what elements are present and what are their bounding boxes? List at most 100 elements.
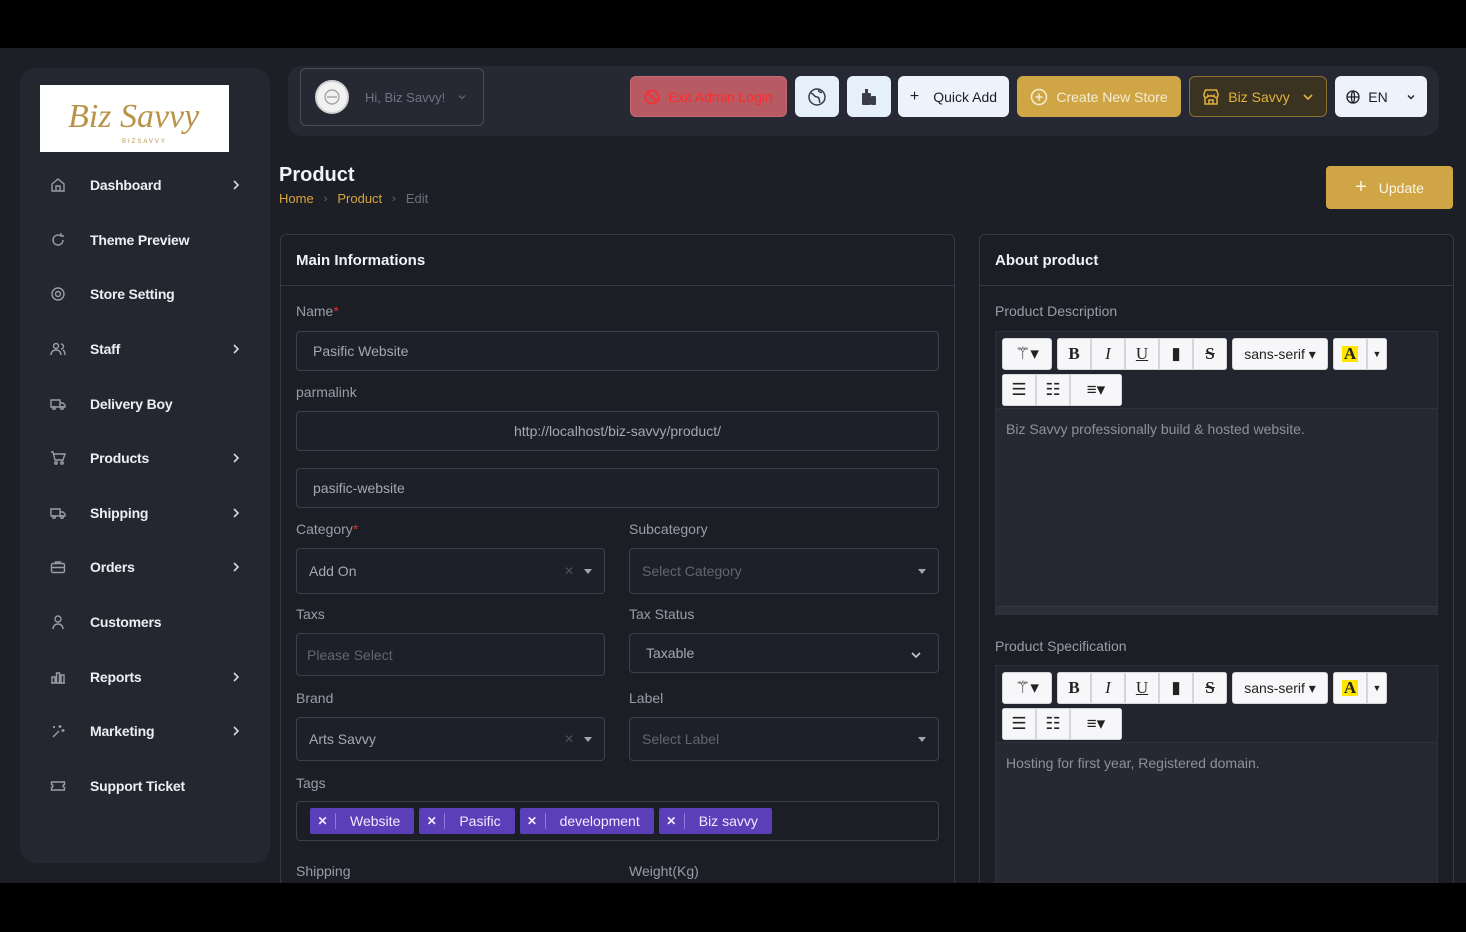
- caret-down-icon: [918, 737, 926, 742]
- sidebar-item-orders[interactable]: Orders: [20, 540, 270, 595]
- eraser-icon[interactable]: ▮: [1159, 672, 1193, 704]
- resize-handle[interactable]: [996, 606, 1437, 614]
- magic-wand-icon[interactable]: ⚚▾: [1002, 338, 1052, 370]
- tags-input[interactable]: ✕ Website ✕ Pasific ✕ development ✕ Biz savv…: [296, 801, 939, 841]
- sidebar-item-label: Delivery Boy: [90, 395, 173, 412]
- bold-button[interactable]: B: [1057, 672, 1091, 704]
- breadcrumb: Home › Product › Edit: [279, 191, 428, 206]
- user-menu[interactable]: Hi, Biz Savvy!: [300, 68, 484, 126]
- product-description-label: Product Description: [995, 303, 1118, 319]
- italic-button[interactable]: I: [1091, 672, 1125, 704]
- sidebar-item-delivery-boy[interactable]: Delivery Boy: [20, 376, 270, 431]
- weight-label: Weight(Kg): [629, 863, 699, 879]
- taxs-select[interactable]: Please Select: [296, 633, 605, 676]
- font-family-value: sans-serif: [1244, 680, 1305, 696]
- plus-circle-icon: [1031, 88, 1048, 105]
- remove-tag-icon[interactable]: ✕: [310, 813, 336, 829]
- text-color-button[interactable]: A: [1333, 672, 1367, 704]
- sidebar-item-label: Theme Preview: [90, 231, 190, 248]
- underline-button[interactable]: U: [1125, 672, 1159, 704]
- remove-tag-icon[interactable]: ✕: [419, 813, 446, 829]
- create-new-store-button[interactable]: Create New Store: [1017, 76, 1181, 117]
- eraser-icon[interactable]: ▮: [1159, 338, 1193, 370]
- permalink-label: parmalink: [296, 384, 357, 400]
- sidebar-item-marketing[interactable]: Marketing: [20, 704, 270, 759]
- numbered-list-icon[interactable]: ☷: [1036, 374, 1070, 406]
- clear-icon[interactable]: ✕: [564, 732, 574, 746]
- shipping-label: Shipping: [296, 863, 351, 879]
- chart-icon: [48, 667, 68, 687]
- category-select[interactable]: Add On ✕: [296, 548, 605, 594]
- bold-button[interactable]: B: [1057, 338, 1091, 370]
- editor-content[interactable]: Biz Savvy professionally build & hosted …: [996, 408, 1437, 606]
- brand-logo[interactable]: Biz Savvy BIZSAVVY: [40, 85, 229, 152]
- align-icon[interactable]: ≡▾: [1070, 374, 1122, 406]
- chevron-down-icon: [911, 652, 921, 659]
- magic-wand-icon[interactable]: ⚚▾: [1002, 672, 1052, 704]
- text-color-button[interactable]: A: [1333, 338, 1367, 370]
- truck-icon: [48, 503, 68, 523]
- permalink-base-field: http://localhost/biz-savvy/product/: [296, 411, 939, 451]
- ticket-icon: [48, 776, 68, 796]
- strikethrough-button[interactable]: S: [1193, 672, 1227, 704]
- top-bar: Hi, Biz Savvy! Exit Admin Login + Quick …: [288, 66, 1439, 136]
- store-name: Biz Savvy: [1228, 88, 1290, 105]
- caret-down-icon[interactable]: ▼: [1367, 672, 1387, 704]
- sidebar-item-support-ticket[interactable]: Support Ticket: [20, 759, 270, 814]
- sidebar-item-customers[interactable]: Customers: [20, 595, 270, 650]
- globe-icon: [1346, 89, 1360, 104]
- breadcrumb-product[interactable]: Product: [337, 191, 382, 206]
- user-icon: [48, 612, 68, 632]
- sidebar-item-reports[interactable]: Reports: [20, 649, 270, 704]
- name-field[interactable]: Pasific Website: [296, 331, 939, 371]
- quick-add-button[interactable]: + Quick Add: [898, 76, 1009, 117]
- sidebar-item-dashboard[interactable]: Dashboard: [20, 158, 270, 213]
- exit-admin-login-button[interactable]: Exit Admin Login: [630, 76, 787, 117]
- sidebar-item-theme-preview[interactable]: Theme Preview: [20, 213, 270, 268]
- quick-add-label: Quick Add: [933, 88, 998, 105]
- strikethrough-button[interactable]: S: [1193, 338, 1227, 370]
- underline-button[interactable]: U: [1125, 338, 1159, 370]
- brand-select[interactable]: Arts Savvy ✕: [296, 717, 605, 761]
- required-marker: *: [333, 303, 339, 319]
- text-color-letter: A: [1341, 678, 1359, 697]
- font-family-select[interactable]: sans-serif ▾: [1232, 338, 1328, 370]
- store-switch-button[interactable]: [847, 76, 891, 117]
- editor-content[interactable]: Hosting for first year, Registered domai…: [996, 742, 1437, 883]
- caret-down-icon[interactable]: ▼: [1367, 338, 1387, 370]
- tag-label: Website: [350, 813, 401, 829]
- remove-tag-icon[interactable]: ✕: [659, 813, 685, 829]
- visit-site-button[interactable]: [795, 76, 839, 117]
- permalink-slug-field[interactable]: pasific-website: [296, 468, 939, 508]
- align-icon[interactable]: ≡▾: [1070, 708, 1122, 740]
- label-select[interactable]: Select Label: [629, 717, 939, 761]
- breadcrumb-home[interactable]: Home: [279, 191, 314, 206]
- bullet-list-icon[interactable]: ☰: [1002, 374, 1036, 406]
- sidebar-item-label: Customers: [90, 614, 162, 631]
- ban-icon: [645, 89, 660, 104]
- sidebar-item-shipping[interactable]: Shipping: [20, 486, 270, 541]
- plus-icon: +: [909, 87, 920, 105]
- subcategory-select[interactable]: Select Category: [629, 548, 939, 594]
- clear-icon[interactable]: ✕: [564, 564, 574, 578]
- language-selector[interactable]: EN: [1335, 76, 1427, 117]
- store-selector[interactable]: Biz Savvy: [1189, 76, 1327, 117]
- tag-chip: ✕ Website: [310, 808, 415, 834]
- update-button[interactable]: + Update: [1326, 166, 1453, 209]
- sidebar-item-store-setting[interactable]: Store Setting: [20, 267, 270, 322]
- italic-button[interactable]: I: [1091, 338, 1125, 370]
- sidebar-item-staff[interactable]: Staff: [20, 322, 270, 377]
- font-family-select[interactable]: sans-serif ▾: [1232, 672, 1328, 704]
- required-marker: *: [352, 521, 359, 537]
- remove-tag-icon[interactable]: ✕: [520, 813, 546, 829]
- truck-icon: [48, 394, 68, 414]
- numbered-list-icon[interactable]: ☷: [1036, 708, 1070, 740]
- brand-label: Brand: [296, 690, 334, 706]
- home-icon: [48, 175, 68, 195]
- chevron-right-icon: ›: [323, 192, 328, 205]
- tag-label: development: [559, 813, 640, 829]
- label-placeholder: Select Label: [642, 731, 720, 747]
- bullet-list-icon[interactable]: ☰: [1002, 708, 1036, 740]
- sidebar-item-products[interactable]: Products: [20, 431, 270, 486]
- tax-status-select[interactable]: Taxable: [629, 633, 939, 673]
